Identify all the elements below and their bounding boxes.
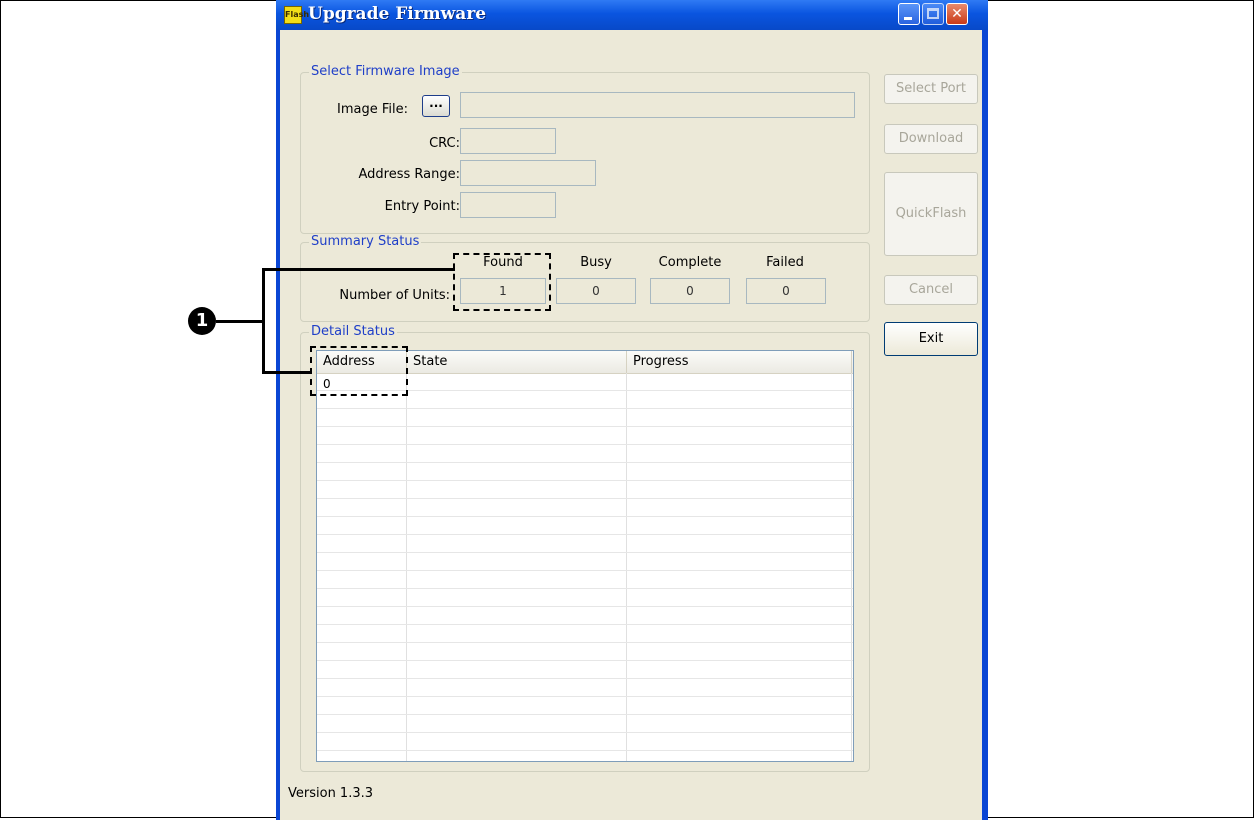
maximize-button[interactable] (922, 3, 944, 25)
number-of-units-label: Number of Units: (339, 288, 450, 303)
minimize-icon (904, 17, 912, 20)
entry-point-field (460, 192, 556, 218)
busy-count-field: 0 (556, 278, 636, 304)
quickflash-button[interactable]: QuickFlash (884, 172, 978, 256)
failed-header: Failed (766, 255, 804, 270)
list-rows (317, 373, 853, 761)
callout-vertical-line (262, 268, 265, 374)
column-header-state[interactable]: State (407, 351, 627, 373)
column-header-progress[interactable]: Progress (627, 351, 852, 373)
image-file-field[interactable] (460, 92, 855, 118)
cancel-button[interactable]: Cancel (884, 275, 978, 305)
close-icon: ✕ (951, 6, 963, 22)
download-button[interactable]: Download (884, 124, 978, 154)
address-range-field (460, 160, 596, 186)
address-range-label: Address Range: (358, 167, 461, 182)
close-button[interactable]: ✕ (946, 3, 968, 25)
firmware-group-legend: Select Firmware Image (309, 64, 462, 79)
maximize-icon (927, 8, 939, 19)
window-title: Upgrade Firmware (308, 4, 487, 24)
callout-marker: 1 (188, 307, 216, 335)
version-label: Version 1.3.3 (288, 786, 374, 801)
select-port-button[interactable]: Select Port (884, 74, 978, 104)
busy-header: Busy (580, 255, 612, 270)
crc-field (460, 128, 556, 154)
app-icon: Flash (284, 6, 309, 24)
image-file-label: Image File: (337, 102, 408, 117)
complete-header: Complete (658, 255, 722, 270)
summary-group-legend: Summary Status (309, 234, 422, 249)
callout-line-to-found (262, 268, 455, 271)
found-highlight-box (453, 253, 551, 311)
title-bar[interactable]: Flash Upgrade Firmware ✕ (276, 0, 988, 30)
minimize-button[interactable] (898, 3, 920, 25)
address-highlight-box (310, 346, 408, 396)
callout-stem-line (216, 320, 264, 323)
entry-point-label: Entry Point: (384, 199, 460, 214)
exit-button[interactable]: Exit (884, 322, 978, 356)
window-right-border (982, 30, 988, 820)
crc-label: CRC: (429, 136, 460, 151)
upgrade-firmware-window: Flash Upgrade Firmware ✕ Select Firmware… (276, 0, 988, 820)
browse-button[interactable]: ... (422, 95, 450, 117)
callout-line-to-address (262, 371, 312, 374)
detail-status-list[interactable]: Address State Progress 0 (316, 350, 854, 762)
failed-count-field: 0 (746, 278, 826, 304)
window-client-area: Select Firmware Image Image File: ... CR… (280, 30, 982, 820)
complete-count-field: 0 (650, 278, 730, 304)
detail-group-legend: Detail Status (309, 324, 397, 339)
